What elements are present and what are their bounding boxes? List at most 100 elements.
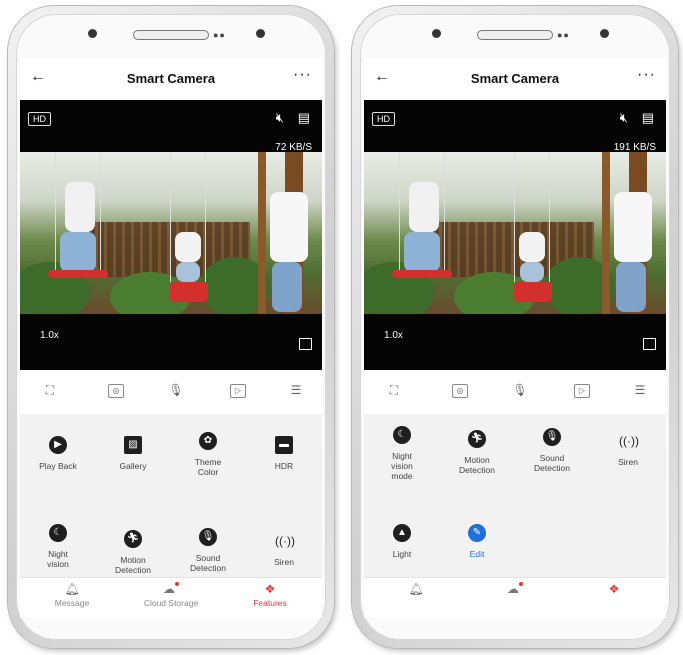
feature-label: Edit [469, 549, 485, 559]
features-icon: ❖ [264, 582, 276, 596]
bottom-tab-bar: 🔔︎ Message ☁ Cloud Storage ❖ Features [20, 577, 322, 618]
tab-features[interactable]: ❖ Features [220, 582, 320, 608]
adult-figure [272, 262, 302, 312]
child-figure [404, 232, 440, 272]
bottom-tab-bar: 🔔︎ ☁ ❖ [364, 577, 666, 618]
speaker-dots: ●● [213, 30, 226, 40]
feature-label: Light [392, 549, 412, 559]
cloud-icon: ☁ [465, 582, 565, 596]
tab-features[interactable]: ❖ [564, 582, 664, 596]
light-icon: ▲ [393, 524, 411, 542]
feature-label: Motion Detection [115, 555, 151, 575]
feature-label: HDR [274, 461, 294, 471]
live-video[interactable]: HD 🔇︎ ▤ 72 KB/S 1.0x [20, 100, 322, 370]
feature-light[interactable]: ▲ Light [364, 524, 440, 559]
fullscreen-icon[interactable]: ⛶ [42, 382, 58, 398]
app-screen: ← Smart Camera ··· HD 🔇︎ ▤ 72 KB/S 1.0x … [20, 58, 322, 618]
feature-grid: ▶ Play Back ▨ Gallery ✿ Theme Color ▬ HD… [20, 414, 322, 578]
adult-figure [614, 192, 652, 262]
phone-left: ●● ← Smart Camera ··· HD 🔇︎ ▤ 72 KB/S 1.… [8, 6, 334, 648]
feature-gallery[interactable]: ▨ Gallery [95, 436, 171, 471]
play-structure-post [602, 152, 610, 314]
hdr-icon: ▬ [275, 436, 293, 454]
camera-scene [364, 152, 666, 314]
fullscreen-icon[interactable]: ⛶ [386, 382, 402, 398]
play-structure-post [258, 152, 266, 314]
notification-dot [175, 582, 179, 586]
microphone-icon[interactable]: 🎙︎ [168, 382, 184, 398]
siren-icon: ((·)) [619, 434, 639, 448]
quality-badge[interactable]: HD [28, 112, 51, 126]
notification-dot [519, 582, 523, 586]
more-options-icon[interactable]: ··· [637, 66, 656, 84]
tab-cloud-storage[interactable]: ☁ [465, 582, 565, 596]
menu-icon[interactable]: ☰ [632, 382, 648, 398]
feature-sound-detection[interactable]: 🎙︎ Sound Detection [514, 428, 590, 473]
swing-rope [399, 152, 400, 272]
feature-siren[interactable]: ((·)) Siren [590, 432, 666, 467]
feature-hdr[interactable]: ▬ HDR [246, 436, 322, 471]
microphone-icon[interactable]: 🎙︎ [512, 382, 528, 398]
zoom-level: 1.0x [384, 330, 403, 341]
page-title: Smart Camera [126, 71, 216, 86]
swing-seat [170, 282, 208, 302]
live-video[interactable]: HD 🔇︎ ▤ 191 KB/S 1.0x [364, 100, 666, 370]
feature-edit[interactable]: ✎ Edit [439, 524, 515, 559]
motion-icon: 🏃︎ [468, 430, 486, 448]
child-figure [175, 232, 201, 262]
feature-theme-color[interactable]: ✿ Theme Color [170, 432, 246, 477]
siren-icon: ((·)) [275, 534, 295, 548]
sensor-dot [432, 29, 441, 38]
storage-icon[interactable]: ▤ [298, 110, 310, 126]
record-icon[interactable]: ▷ [230, 384, 246, 398]
feature-motion-detection[interactable]: 🏃︎ Motion Detection [439, 430, 515, 475]
microphone-icon: 🎙︎ [199, 528, 217, 546]
menu-icon[interactable]: ☰ [288, 382, 304, 398]
tab-message[interactable]: 🔔︎ [366, 582, 466, 596]
screenshot-icon[interactable]: ◎ [452, 384, 468, 398]
moon-icon: ☾ [49, 524, 67, 542]
swing-rope [55, 152, 56, 272]
quality-badge[interactable]: HD [372, 112, 395, 126]
record-icon[interactable]: ▷ [574, 384, 590, 398]
picture-in-picture-icon[interactable] [643, 338, 656, 350]
sensor-dot [88, 29, 97, 38]
swing-rope [444, 152, 445, 272]
swing-rope [549, 152, 550, 282]
tab-cloud-storage[interactable]: ☁ Cloud Storage [121, 582, 221, 608]
feature-night-vision-mode[interactable]: ☾ Night vision mode [364, 426, 440, 481]
mute-icon[interactable]: 🔇︎ [620, 110, 628, 126]
feature-playback[interactable]: ▶ Play Back [20, 436, 96, 471]
swing-rope [205, 152, 206, 282]
palette-icon: ✿ [199, 432, 217, 450]
feature-sound-detection[interactable]: 🎙︎ Sound Detection [170, 528, 246, 573]
front-camera [256, 29, 265, 38]
tab-message[interactable]: 🔔︎ Message [22, 582, 122, 608]
mute-icon[interactable]: 🔇︎ [276, 110, 284, 126]
moon-icon: ☾ [393, 426, 411, 444]
tab-label: Message [54, 598, 90, 608]
child-figure [65, 182, 95, 232]
camera-scene [20, 152, 322, 314]
bell-icon: 🔔︎ [408, 582, 424, 596]
swing-rope [100, 152, 101, 272]
more-options-icon[interactable]: ··· [293, 66, 312, 84]
play-icon: ▶ [49, 436, 67, 454]
adult-figure [270, 192, 308, 262]
feature-label: Gallery [119, 461, 147, 471]
feature-siren[interactable]: ((·)) Siren [246, 532, 322, 567]
feature-label: Siren [274, 557, 294, 567]
feature-label: Sound Detection [190, 553, 226, 573]
bell-icon: 🔔︎ [64, 582, 80, 596]
tab-label: Cloud Storage [143, 598, 199, 608]
storage-icon[interactable]: ▤ [642, 110, 654, 126]
screenshot-icon[interactable]: ◎ [108, 384, 124, 398]
page-title: Smart Camera [470, 71, 560, 86]
feature-night-vision[interactable]: ☾ Night vision [20, 524, 96, 569]
picture-in-picture-icon[interactable] [299, 338, 312, 350]
feature-grid: ☾ Night vision mode 🏃︎ Motion Detection … [364, 414, 666, 578]
app-screen: ← Smart Camera ··· HD 🔇︎ ▤ 191 KB/S 1.0x… [364, 58, 666, 618]
feature-label: Theme Color [194, 457, 222, 477]
feature-motion-detection[interactable]: 🏃︎ Motion Detection [95, 530, 171, 575]
app-bar: ← Smart Camera ··· [364, 58, 666, 100]
